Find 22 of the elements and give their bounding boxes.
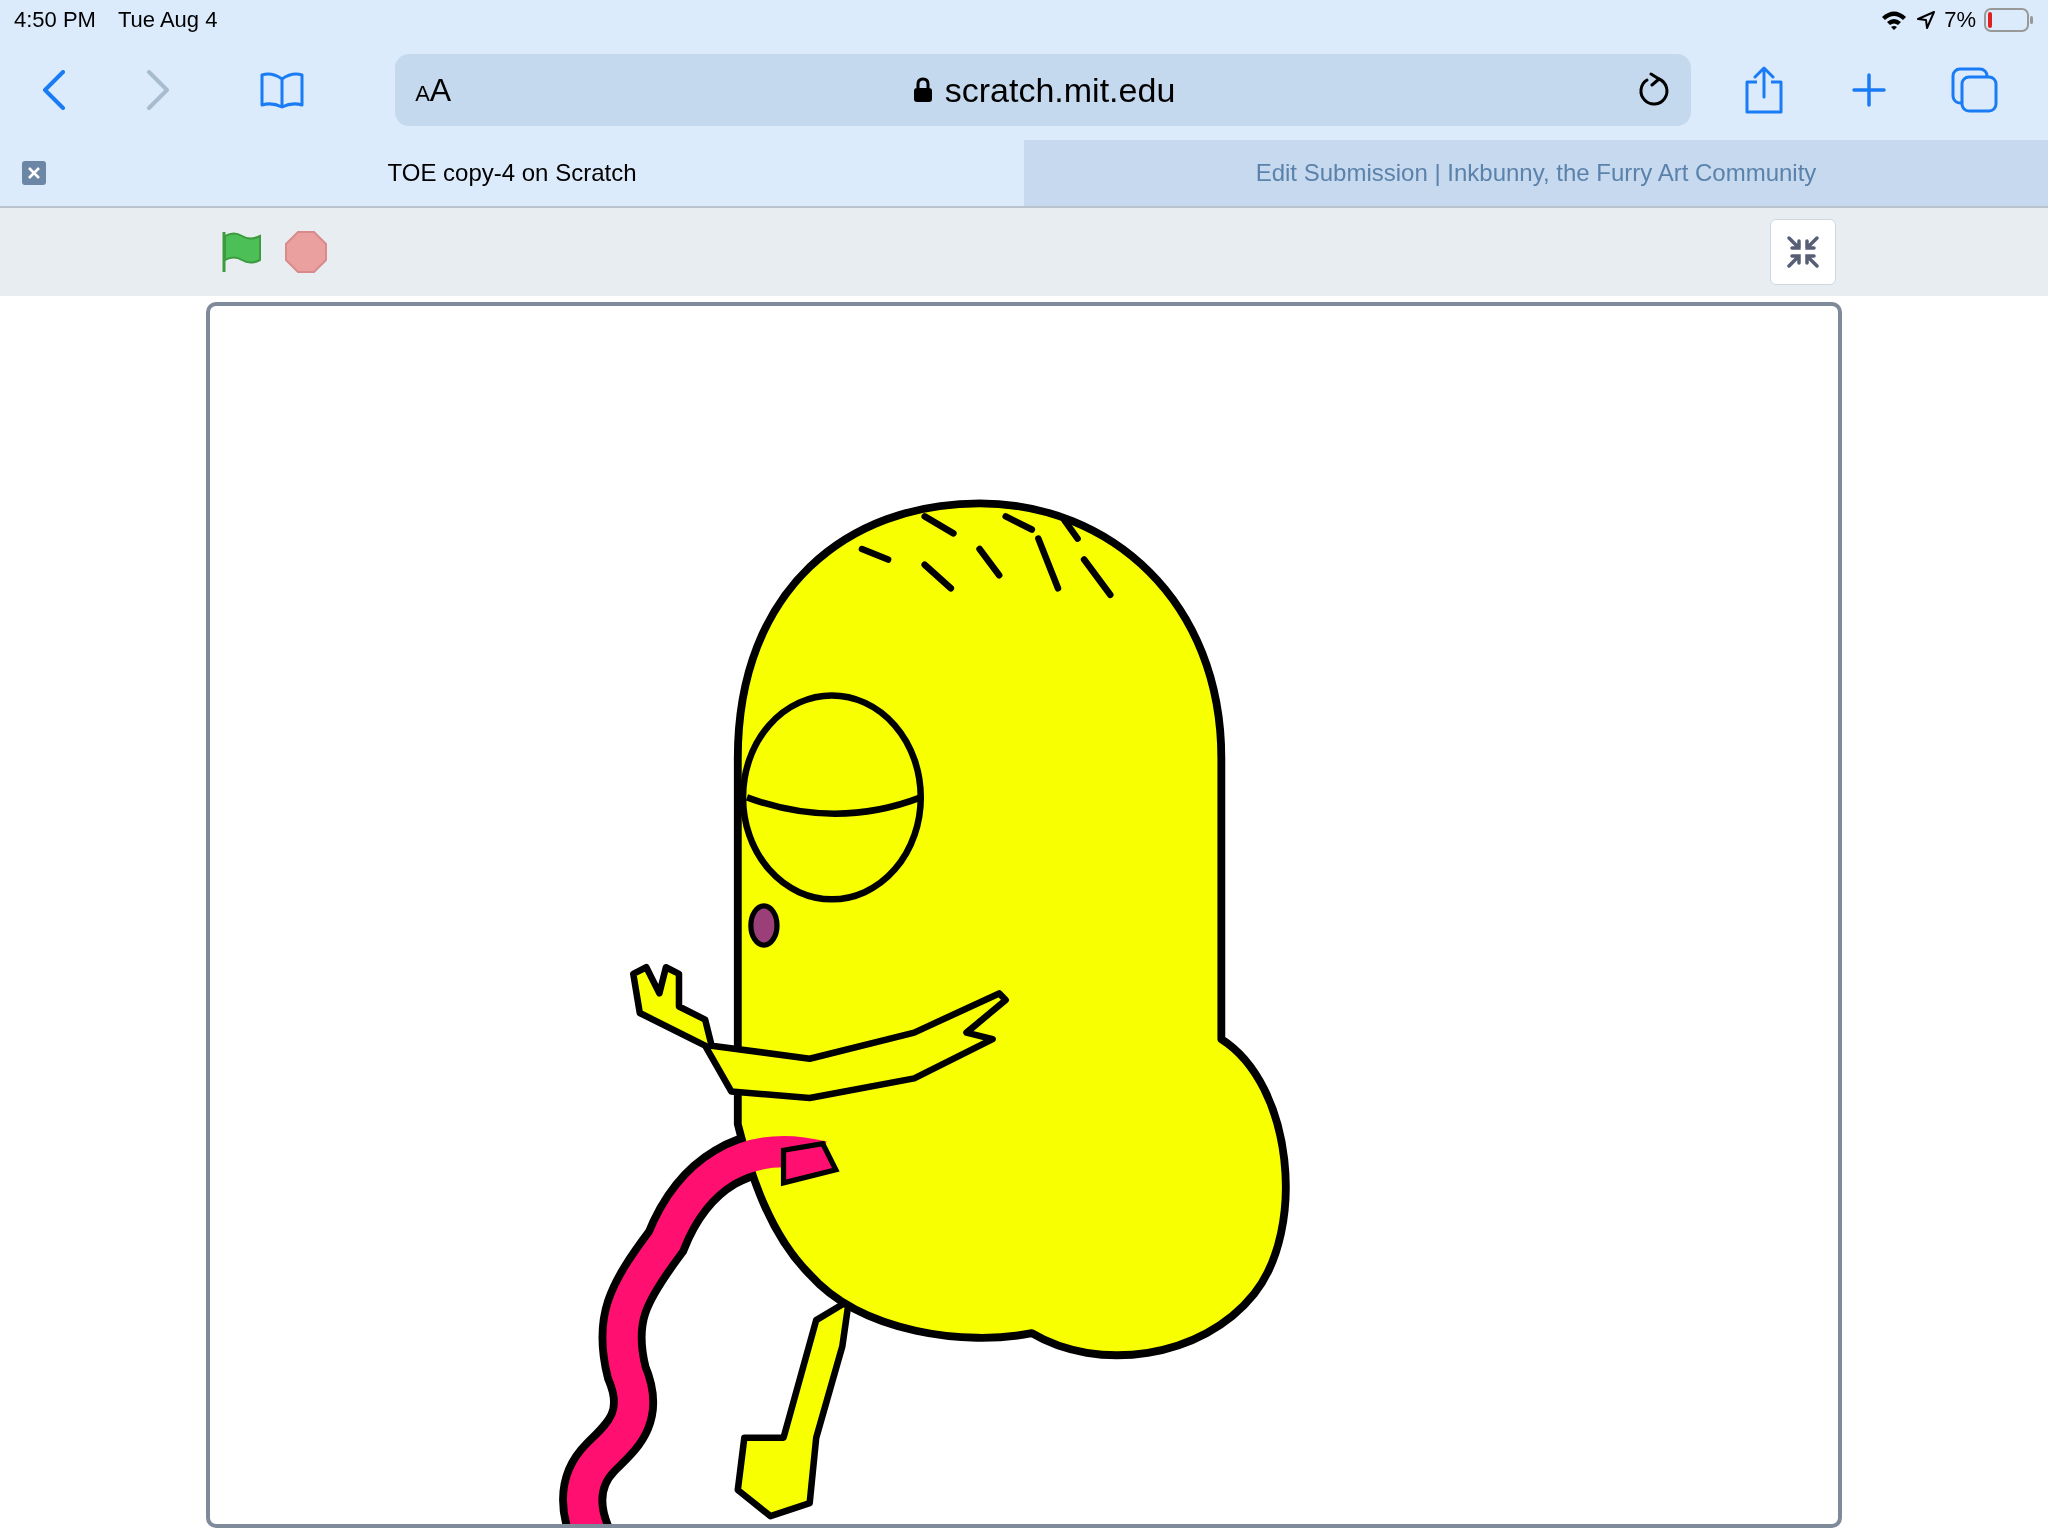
tabs-icon — [1950, 67, 1999, 113]
book-icon — [258, 71, 305, 109]
url-text: scratch.mit.edu — [944, 70, 1176, 110]
back-chevron-icon — [40, 70, 67, 110]
location-arrow-icon — [1916, 10, 1937, 30]
stop-sign-icon[interactable] — [284, 230, 328, 274]
address-bar[interactable]: AA scratch.mit.edu — [395, 54, 1691, 126]
text-size-button[interactable]: AA — [415, 71, 452, 109]
close-icon[interactable] — [22, 161, 46, 185]
flag-icon[interactable] — [220, 230, 264, 274]
reload-icon[interactable] — [1636, 72, 1671, 108]
status-time: 4:50 PM — [14, 7, 96, 33]
forward-chevron-icon — [145, 70, 172, 110]
status-date: Tue Aug 4 — [117, 7, 218, 33]
exit-fullscreen-button[interactable] — [1770, 219, 1836, 285]
battery-percent: 7% — [1944, 7, 1976, 33]
lock-icon — [912, 77, 933, 103]
wifi-icon — [1880, 9, 1909, 31]
battery-icon — [1984, 8, 2034, 32]
share-icon — [1744, 66, 1785, 114]
plus-icon — [1852, 73, 1887, 107]
shrink-arrows-icon — [1786, 235, 1820, 269]
